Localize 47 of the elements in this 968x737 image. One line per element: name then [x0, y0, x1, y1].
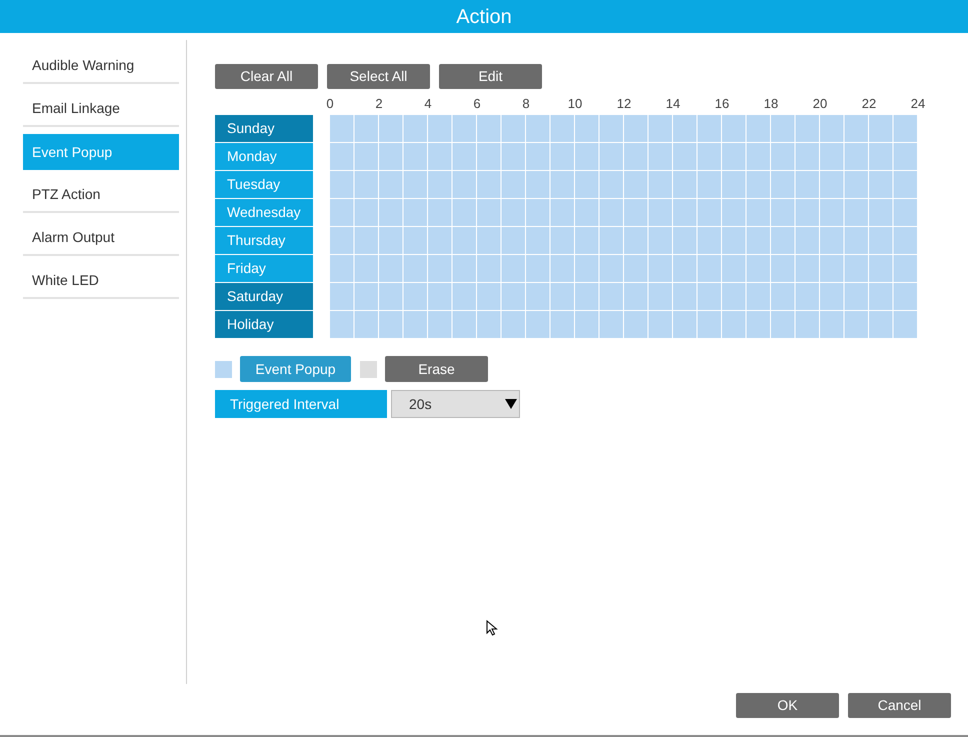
schedule-row[interactable]: [330, 199, 918, 227]
toolbar-button[interactable]: Edit: [439, 64, 542, 89]
hour-label: 4: [424, 95, 432, 114]
schedule-row[interactable]: [330, 171, 918, 199]
hour-label: 20: [812, 95, 828, 114]
hour-label: 10: [568, 95, 582, 114]
sidebar-item[interactable]: Alarm Output: [23, 220, 179, 256]
hour-label: 2: [375, 95, 383, 114]
day-label[interactable]: Saturday: [215, 283, 313, 310]
day-label[interactable]: Tuesday: [215, 171, 313, 198]
schedule-row[interactable]: [330, 311, 918, 339]
schedule-row[interactable]: [330, 143, 918, 171]
hour-label: 24: [910, 95, 926, 114]
brush-button[interactable]: Event Popup: [240, 356, 351, 382]
toolbar-button[interactable]: Select All: [327, 64, 430, 89]
hour-label: 8: [522, 95, 530, 114]
dialog-button[interactable]: Cancel: [848, 693, 951, 718]
sidebar-item[interactable]: White LED: [23, 263, 179, 299]
schedule-row[interactable]: [330, 227, 918, 255]
hour-label: 6: [473, 95, 481, 114]
sidebar-item[interactable]: Email Linkage: [23, 91, 179, 127]
interval-dropdown[interactable]: 20s: [391, 390, 520, 418]
sidebar-item[interactable]: Audible Warning: [23, 48, 179, 84]
brush-button[interactable]: Erase: [385, 356, 488, 382]
hour-label: 18: [764, 95, 778, 114]
day-label[interactable]: Wednesday: [215, 199, 313, 226]
toolbar-button[interactable]: Clear All: [215, 64, 318, 89]
schedule-row[interactable]: [330, 283, 918, 311]
day-label[interactable]: Thursday: [215, 227, 313, 254]
day-label[interactable]: Monday: [215, 143, 313, 170]
field-label: Triggered Interval: [215, 390, 387, 418]
sidebar-item[interactable]: Event Popup: [23, 134, 179, 170]
day-label[interactable]: Friday: [215, 255, 313, 282]
hour-label: 12: [616, 95, 632, 114]
dialog-button[interactable]: OK: [736, 693, 839, 718]
hour-label: 16: [714, 95, 730, 114]
day-label[interactable]: Sunday: [215, 115, 313, 142]
sidebar-item[interactable]: PTZ Action: [23, 177, 179, 213]
schedule-row[interactable]: [330, 255, 918, 283]
caret-icon: [505, 399, 517, 409]
day-label[interactable]: Holiday: [215, 311, 313, 338]
hour-label: 14: [666, 95, 680, 114]
hour-label: 0: [326, 95, 334, 114]
cursor-icon: [486, 620, 499, 636]
window-title: Action: [456, 4, 512, 30]
hour-label: 22: [862, 95, 876, 114]
schedule-row[interactable]: [330, 115, 918, 143]
